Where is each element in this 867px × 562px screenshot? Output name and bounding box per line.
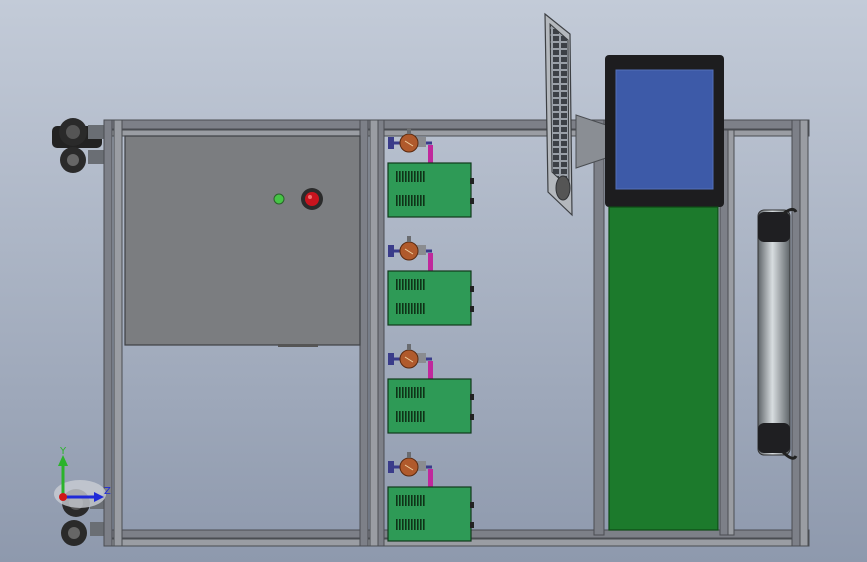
gas-hose (428, 145, 433, 163)
gas-hose (428, 361, 433, 379)
monitor (605, 55, 724, 207)
green-side-panel (608, 206, 719, 531)
keyboard[interactable] (549, 22, 570, 190)
y-axis-label: Y (59, 446, 67, 457)
z-axis-label: Z (104, 486, 111, 497)
green-indicator-light (273, 193, 285, 205)
electrical-cabinet (124, 135, 361, 347)
side-handle[interactable] (757, 207, 798, 460)
monitor-screen[interactable] (615, 69, 714, 190)
mouse[interactable] (555, 175, 571, 201)
gas-hose (428, 469, 433, 487)
cad-assembly-view: Y Z (0, 0, 867, 562)
gas-hose (428, 253, 433, 271)
